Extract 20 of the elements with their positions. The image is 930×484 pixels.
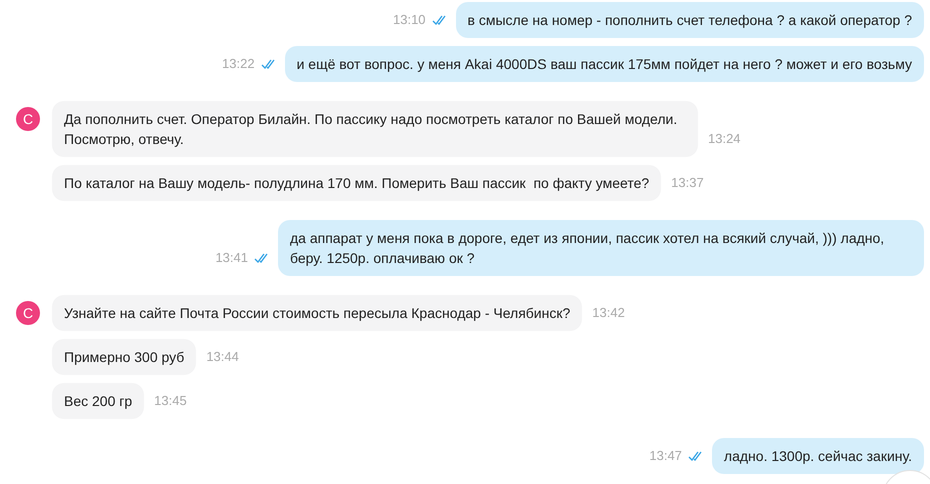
message-time: 13:22 [222, 56, 255, 72]
message-time: 13:47 [649, 448, 682, 464]
message-time: 13:24 [708, 131, 741, 147]
message-time: 13:44 [206, 349, 239, 365]
message-time: 13:45 [154, 393, 187, 409]
message-bubble: Примерно 300 руб [52, 339, 196, 375]
message-bubble: Узнайте на сайте Почта России стоимость пересыла Краснодар - Челябинск? [52, 295, 582, 331]
message-bubble: ладно. 1300р. сейчас закину. [712, 438, 924, 474]
message-time: 13:10 [393, 12, 426, 28]
message-bubble: Да пополнить счет. Оператор Билайн. По пассику надо посмотреть каталог по Вашей модели. Посмотрю, отвечу. [52, 101, 698, 157]
message-bubble: да аппарат у меня пока в дороге, едет из японии, пассик хотел на всякий случай, ))) ладно, беру. 1250р. оплачиваю ок ? [278, 220, 924, 276]
message-bubble: По каталог на Вашу модель- полудлина 170 мм. Померить Ваш пассик по факту умеете? [52, 165, 662, 201]
message-bubble: в смысле на номер - пополнить счет телефона ? а какой оператор ? [456, 2, 924, 38]
avatar[interactable]: С [16, 301, 40, 325]
message-bubble: Вес 200 гр [52, 383, 144, 419]
avatar[interactable]: С [16, 107, 40, 131]
message-time: 13:37 [671, 175, 704, 191]
message-time: 13:42 [592, 305, 625, 321]
message-bubble: и ещё вот вопрос. у меня Akai 4000DS ваш пассик 175мм пойдет на него ? может и его возьму [284, 46, 924, 82]
message-time: 13:41 [215, 250, 248, 266]
